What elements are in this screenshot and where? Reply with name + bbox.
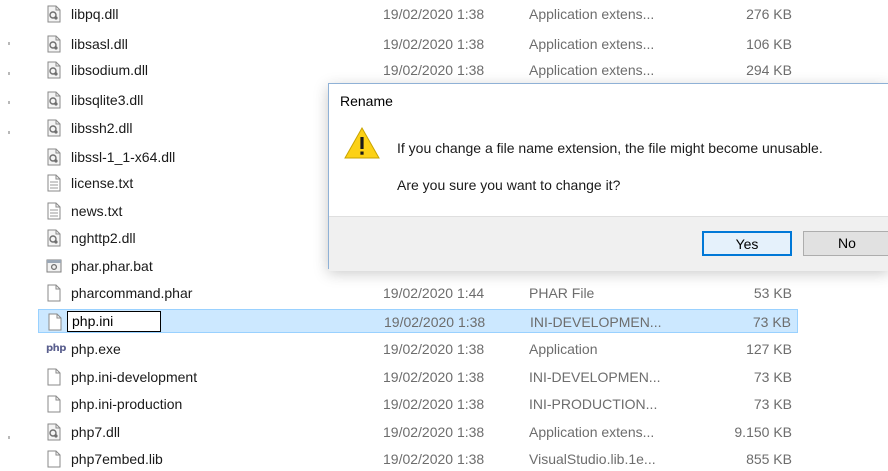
file-row-selected[interactable]: php.ini 19/02/2020 1:38 INI-DEVELOPMEN..… xyxy=(38,309,798,333)
file-date: 19/02/2020 1:38 xyxy=(383,341,485,357)
file-size: 73 KB xyxy=(753,369,792,385)
file-size: 73 KB xyxy=(752,314,791,330)
dll-icon xyxy=(46,119,62,137)
file-name: pharcommand.phar xyxy=(71,285,193,301)
file-date: 19/02/2020 1:38 xyxy=(383,451,485,467)
file-name: libsasl.dll xyxy=(71,36,128,52)
text-file-icon xyxy=(46,202,62,220)
dll-icon xyxy=(46,229,62,247)
file-size: 106 KB xyxy=(746,36,792,52)
file-date: 19/02/2020 1:38 xyxy=(383,36,485,52)
file-type: INI-DEVELOPMEN... xyxy=(529,369,661,385)
file-row[interactable]: php7.dll 19/02/2020 1:38 Application ext… xyxy=(38,420,798,444)
file-size: 53 KB xyxy=(753,285,792,301)
dialog-question: Are you sure you want to change it? xyxy=(397,177,621,193)
dialog-message: If you change a file name extension, the… xyxy=(397,140,823,156)
dll-icon xyxy=(46,423,62,441)
file-name: php7.dll xyxy=(71,424,121,440)
file-name: news.txt xyxy=(71,203,123,219)
dll-icon xyxy=(46,91,62,109)
file-row[interactable]: libsodium.dll 19/02/2020 1:38 Applicatio… xyxy=(38,58,798,82)
dll-icon xyxy=(46,148,62,166)
php-exe-icon: php xyxy=(46,340,66,358)
file-type: Application extens... xyxy=(529,62,655,78)
file-type: VisualStudio.lib.1e... xyxy=(529,451,656,467)
file-size: 276 KB xyxy=(746,6,792,22)
blank-file-icon xyxy=(46,450,62,468)
file-size: 855 KB xyxy=(746,451,792,467)
file-name: php.ini-production xyxy=(71,396,183,412)
file-size: 73 KB xyxy=(753,396,792,412)
dialog-button-bar: Yes No xyxy=(329,216,888,271)
file-type: PHAR File xyxy=(529,285,595,301)
file-size: 294 KB xyxy=(746,62,792,78)
file-name: phar.phar.bat xyxy=(71,258,153,274)
file-type: Application extens... xyxy=(529,424,655,440)
file-type: Application extens... xyxy=(529,6,655,22)
blank-file-icon xyxy=(46,395,62,413)
file-date: 19/02/2020 1:38 xyxy=(384,314,486,330)
batch-file-icon xyxy=(46,257,62,275)
file-type: INI-DEVELOPMEN... xyxy=(530,314,662,330)
file-name: libssl-1_1-x64.dll xyxy=(71,149,176,165)
dll-icon xyxy=(46,35,62,53)
file-type: Application extens... xyxy=(529,36,655,52)
file-size: 127 KB xyxy=(746,341,792,357)
file-name: nghttp2.dll xyxy=(71,230,136,246)
file-date: 19/02/2020 1:38 xyxy=(383,424,485,440)
file-name: libsqlite3.dll xyxy=(71,92,144,108)
file-row[interactable]: libpq.dll 19/02/2020 1:38 Application ex… xyxy=(38,2,798,26)
blank-file-icon xyxy=(47,313,63,331)
no-button[interactable]: No xyxy=(803,231,888,256)
text-file-icon xyxy=(46,174,62,192)
file-date: 19/02/2020 1:38 xyxy=(383,6,485,22)
file-date: 19/02/2020 1:38 xyxy=(383,369,485,385)
dialog-title: Rename xyxy=(340,93,393,109)
file-date: 19/02/2020 1:44 xyxy=(383,285,485,301)
file-row[interactable]: php php.exe 19/02/2020 1:38 Application … xyxy=(38,337,798,361)
file-row[interactable]: libsasl.dll 19/02/2020 1:38 Application … xyxy=(38,32,798,56)
file-type: Application xyxy=(529,341,598,357)
file-row[interactable]: php7embed.lib 19/02/2020 1:38 VisualStud… xyxy=(38,447,798,471)
file-row[interactable]: php.ini-production 19/02/2020 1:38 INI-P… xyxy=(38,392,798,416)
file-type: INI-PRODUCTION... xyxy=(529,396,658,412)
file-name: libsodium.dll xyxy=(71,62,149,78)
dll-icon xyxy=(46,61,62,79)
file-row[interactable]: php.ini-development 19/02/2020 1:38 INI-… xyxy=(38,365,798,389)
rename-input[interactable]: php.ini xyxy=(67,311,161,332)
file-date: 19/02/2020 1:38 xyxy=(383,62,485,78)
dll-icon xyxy=(46,5,62,23)
file-row[interactable]: pharcommand.phar 19/02/2020 1:44 PHAR Fi… xyxy=(38,281,798,305)
file-name: php.exe xyxy=(71,341,121,357)
file-name: libpq.dll xyxy=(71,6,119,22)
file-name: license.txt xyxy=(71,175,134,191)
file-name: php7embed.lib xyxy=(71,451,163,467)
file-date: 19/02/2020 1:38 xyxy=(383,396,485,412)
blank-file-icon xyxy=(46,284,62,302)
blank-file-icon xyxy=(46,368,62,386)
file-name: libssh2.dll xyxy=(71,120,133,136)
rename-dialog[interactable]: Rename If you change a file name extensi… xyxy=(328,83,888,271)
warning-icon xyxy=(344,127,380,159)
file-size: 9.150 KB xyxy=(734,424,792,440)
yes-button[interactable]: Yes xyxy=(702,231,792,256)
file-name: php.ini-development xyxy=(71,369,198,385)
php-badge: php xyxy=(46,343,66,354)
